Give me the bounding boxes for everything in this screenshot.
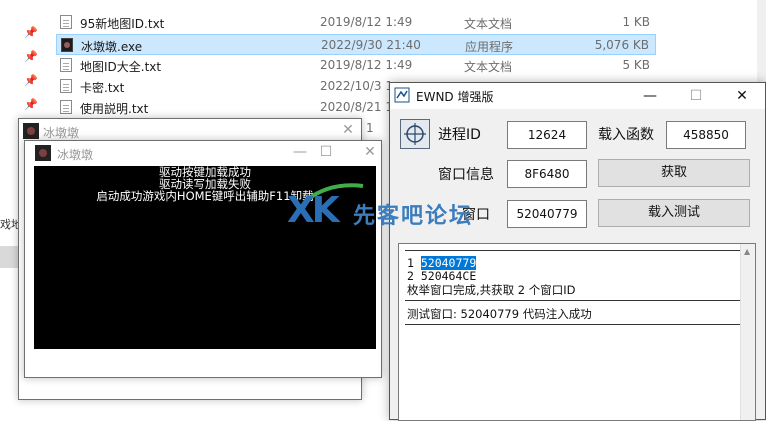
pid-field[interactable]: 12624 [507,121,587,149]
file-date: 2019/8/12 1:49 [320,15,413,29]
pid-label: 进程ID [438,127,481,143]
file-type: 文本文档 [464,17,513,31]
log-divider [405,324,743,325]
file-date: 2022/10/3 1 [320,79,393,93]
file-name: 使用説明.txt [80,102,149,116]
log-text: 520464CE [420,269,477,283]
nav-item-selected[interactable] [0,246,18,268]
file-size: 1 KB [622,15,650,29]
text-file-icon [60,58,72,72]
watermark-logo: XK [287,190,340,231]
log-divider [405,300,743,301]
file-type: 应用程序 [465,40,514,54]
window-info-field[interactable]: 8F6480 [507,160,587,188]
pin-icon[interactable]: 📌 [24,51,38,63]
pin-icon[interactable]: 📌 [24,27,38,39]
file-row[interactable]: 地图ID大全.txt 2019/8/12 1:49 文本文档 5 KB [56,55,656,76]
minimize-button[interactable]: — [627,83,673,109]
close-button[interactable]: ✕ [333,119,363,141]
app-icon [23,123,39,139]
file-size: 5,076 KB [594,38,649,52]
close-button[interactable]: ✕ [719,83,765,109]
log-line: 2 520464CE [407,269,476,283]
file-date: 2020/8/21 1 [320,100,393,114]
file-row-selected[interactable]: 冰墩墩.exe 2022/9/30 21:40 应用程序 5,076 KB [56,34,656,55]
text-file-icon [60,100,72,114]
load-test-button[interactable]: 载入测试 [598,199,750,227]
window-title: 冰墩墩 [43,126,80,140]
load-func-field[interactable]: 458850 [666,121,746,149]
title-bar[interactable]: EWND 增强版 — ☐ ✕ [390,83,765,109]
log-highlighted-id: 52040779 [420,256,477,270]
get-button[interactable]: 获取 [598,159,750,187]
load-func-label: 载入函数 [598,127,654,143]
file-row[interactable]: 95新地图ID.txt 2019/8/12 1:49 文本文档 1 KB [56,12,656,33]
ewnd-app-icon [394,87,410,103]
file-name: 冰墩墩.exe [81,40,143,54]
maximize-button[interactable]: ☐ [311,141,341,163]
file-type: 文本文档 [464,60,513,74]
maximize-button[interactable]: ☐ [673,83,719,109]
window-handle-field[interactable]: 52040779 [507,200,587,228]
text-file-icon [60,15,72,29]
close-button[interactable]: ✕ [355,141,385,163]
log-prefix: 1 [407,256,421,270]
log-line: 枚举窗口完成,共获取 2 个窗口ID [407,283,576,297]
file-name: 地图ID大全.txt [80,60,162,74]
crosshair-icon [400,119,430,149]
file-size: 5 KB [622,58,650,72]
ewnd-window[interactable]: EWND 增强版 — ☐ ✕ 进程ID 12624 载入函数 458850 窗口… [389,82,766,421]
file-date: 2022/9/30 21:40 [321,38,421,52]
watermark-text: 先客吧论坛 [353,203,474,229]
log-prefix: 2 [407,269,421,283]
file-date: 2019/8/12 1:49 [320,58,413,72]
log-divider [405,250,743,251]
text-file-icon [60,79,72,93]
log-line: 测试窗口: 52040779 代码注入成功 [407,307,592,321]
window-info-label: 窗口信息 [438,167,494,183]
log-line: 1 52040779 [407,256,477,270]
file-name: 95新地图ID.txt [80,17,165,31]
app-icon [35,145,51,161]
file-name: 卡密.txt [80,81,125,95]
pin-icon[interactable]: 📌 [24,99,38,111]
log-textbox[interactable]: 1 52040779 2 520464CE 枚举窗口完成,共获取 2 个窗口ID… [398,243,756,421]
application-icon [61,38,73,52]
window-title: EWND 增强版 [416,90,494,104]
log-scrollbar[interactable]: ▲ [740,244,755,420]
watermark-logo-text: XK [287,190,340,231]
pin-icon[interactable]: 📌 [24,75,38,87]
scroll-up-icon[interactable]: ▲ [744,247,750,256]
window-title: 冰墩墩 [57,148,94,162]
